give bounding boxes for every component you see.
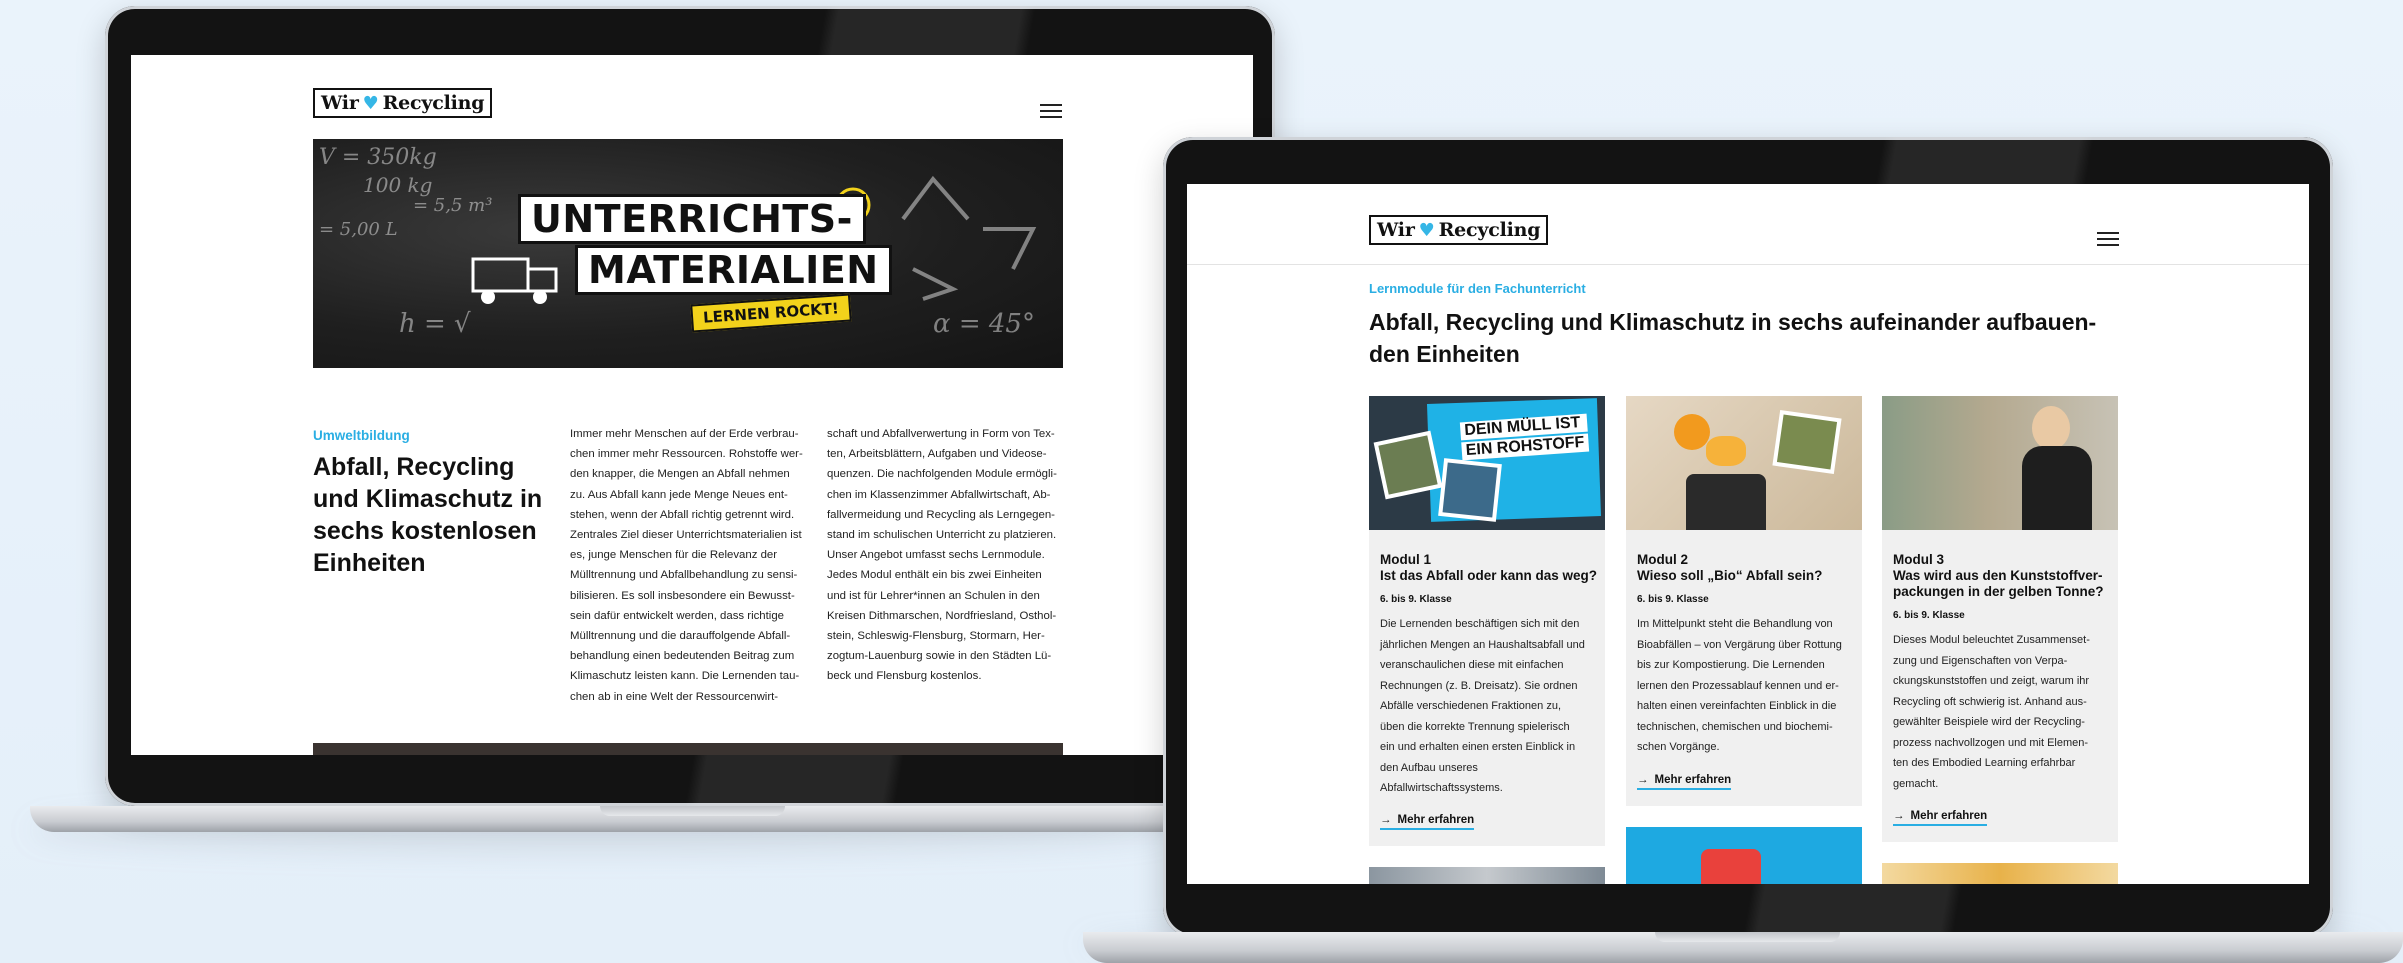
hero-title-line2: MATERIALIEN bbox=[575, 245, 892, 295]
intro-text-col1: Immer mehr Menschen auf der Erde verbrau… bbox=[570, 428, 803, 703]
module-card-3-desc: Dieses Modul beleuchtet Zusammenset-zung… bbox=[1893, 634, 2090, 790]
module-card-2[interactable]: Modul 2 Wieso soll „Bio“ Abfall sein? 6.… bbox=[1626, 396, 1862, 806]
left-laptop-notch bbox=[600, 806, 785, 816]
arrow-right-icon: → bbox=[1893, 810, 1905, 822]
hamburger-icon[interactable] bbox=[1040, 104, 1062, 118]
module-2-more-link[interactable]: → Mehr erfahren bbox=[1637, 774, 1732, 790]
section-headline: Abfall, Recycling und Klimaschutz in sec… bbox=[313, 453, 543, 577]
left-laptop-screen: Wir ♥ Recycling V = 350kg 100 kg = 5,5 m… bbox=[131, 55, 1253, 755]
module-card-2-grade: 6. bis 9. Klasse bbox=[1637, 594, 1709, 605]
section-kicker: Lernmodule für den Fachunterricht bbox=[1369, 281, 1586, 296]
heart-icon: ♥ bbox=[1418, 219, 1435, 241]
module-card-3[interactable]: Modul 3 Was wird aus den Kunststoffver- … bbox=[1882, 396, 2118, 842]
module-3-more-link[interactable]: → Mehr erfahren bbox=[1893, 810, 1988, 826]
hero-title-line1: UNTERRICHTS- bbox=[518, 194, 866, 244]
module-card-3-title: Modul 3 Was wird aus den Kunststoffver- … bbox=[1893, 552, 2104, 599]
module-card-1-grade: 6. bis 9. Klasse bbox=[1380, 594, 1452, 605]
truck-icon bbox=[471, 257, 558, 304]
heart-icon: ♥ bbox=[362, 92, 379, 114]
right-laptop-notch bbox=[1655, 932, 1840, 942]
module-card-6-image bbox=[1882, 863, 2118, 884]
module-card-1-desc: Die Lernenden beschäftigen sich mit den j… bbox=[1380, 618, 1585, 794]
right-laptop-screen: Wir ♥ Recycling Lernmodule für den Fachu… bbox=[1187, 184, 2309, 884]
site-logo[interactable]: Wir ♥ Recycling bbox=[1369, 215, 1549, 245]
module-card-5-image bbox=[1626, 827, 1862, 884]
hamburger-icon[interactable] bbox=[2097, 232, 2119, 246]
module-card-2-desc: Im Mittelpunkt steht die Behandlung von B… bbox=[1637, 618, 1842, 753]
module-card-4-image bbox=[1369, 867, 1605, 884]
section-headline: Abfall, Recycling und Klimaschutz in sec… bbox=[1369, 309, 2097, 367]
hero-tag: LERNEN ROCKT! bbox=[690, 293, 852, 333]
module-card-1[interactable]: DEIN MÜLL IST EIN ROHSTOFF Modul 1 Ist d… bbox=[1369, 396, 1605, 846]
module-2-image bbox=[1626, 396, 1862, 530]
module-1-more-link[interactable]: → Mehr erfahren bbox=[1380, 814, 1475, 830]
module-card-1-title: Modul 1 Ist das Abfall oder kann das weg… bbox=[1380, 552, 1598, 583]
module-3-image bbox=[1882, 396, 2118, 530]
header-divider bbox=[1187, 264, 2309, 265]
arrow-right-icon: → bbox=[1637, 774, 1649, 786]
module-card-3-grade: 6. bis 9. Klasse bbox=[1893, 610, 1965, 621]
intro-text-col2: schaft und Abfallverwertung in Form von … bbox=[827, 428, 1057, 683]
recycle-arrows-graphic bbox=[901, 175, 1037, 301]
module-1-image: DEIN MÜLL IST EIN ROHSTOFF bbox=[1369, 396, 1605, 530]
site-logo[interactable]: Wir ♥ Recycling bbox=[313, 88, 493, 118]
next-section-image bbox=[313, 743, 1063, 755]
module-card-2-title: Modul 2 Wieso soll „Bio“ Abfall sein? bbox=[1637, 552, 1823, 583]
section-kicker: Umweltbildung bbox=[313, 428, 410, 443]
arrow-right-icon: → bbox=[1380, 814, 1392, 826]
hero-banner: V = 350kg 100 kg = 5,5 m³ = 5,00 L h = √… bbox=[313, 139, 1063, 368]
